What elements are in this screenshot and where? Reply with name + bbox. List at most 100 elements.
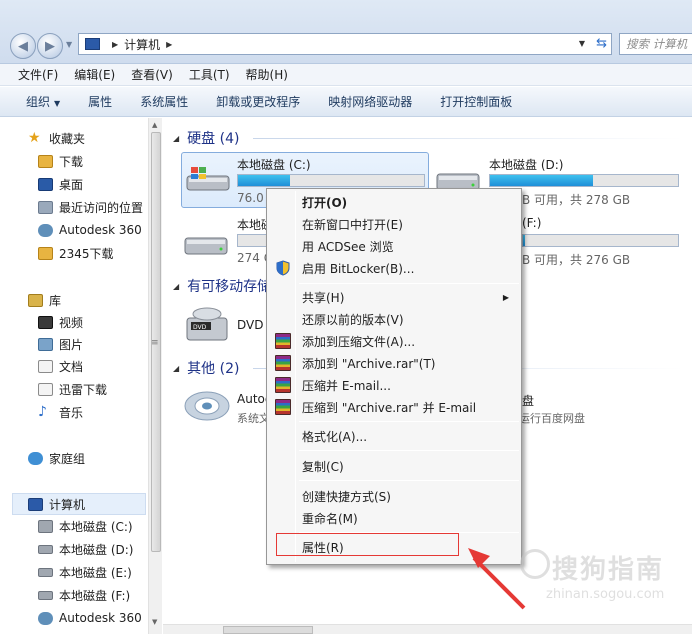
organize-button[interactable]: 组织 ▼ xyxy=(26,93,60,110)
sidebar-item-recent[interactable]: 最近访问的位置 xyxy=(38,197,143,217)
scrollbar-thumb[interactable] xyxy=(223,626,313,634)
ctx-rename[interactable]: 重命名(M) xyxy=(269,507,519,529)
sidebar-item-downloads[interactable]: 下载 xyxy=(38,151,83,171)
system-properties-button[interactable]: 系统属性 xyxy=(140,93,188,110)
ctx-open-new-window[interactable]: 在新窗口中打开(E) xyxy=(269,213,519,235)
context-menu: 打开(O) 在新窗口中打开(E) 用 ACDSee 浏览 启用 BitLocke… xyxy=(266,188,522,565)
address-bar-region: ◀ ▶ ▼ ▶ 计算机 ▶ ▼ ⇆ 搜索 计算机 xyxy=(0,0,692,64)
ctx-label: 打开(O) xyxy=(302,195,348,210)
sidebar-item-label: 2345下载 xyxy=(59,246,114,261)
menu-file[interactable]: 文件(F) xyxy=(18,66,58,83)
sidebar-item-drive-c[interactable]: 本地磁盘 (C:) xyxy=(38,516,133,536)
drive-usage-fill xyxy=(523,235,525,246)
collapse-triangle-icon[interactable]: ◢ xyxy=(173,364,179,373)
sidebar-item-homegroup[interactable]: 家庭组 xyxy=(28,448,85,468)
ctx-format[interactable]: 格式化(A)... xyxy=(269,425,519,447)
winrar-icon xyxy=(275,333,291,349)
group-header-other[interactable]: ◢ 其他 (2) xyxy=(173,358,239,378)
annotation-highlight-box xyxy=(276,533,459,556)
hard-drive-icon xyxy=(38,544,53,554)
breadcrumb-arrow-icon[interactable]: ▶ xyxy=(166,40,172,49)
ctx-copy[interactable]: 复制(C) xyxy=(269,455,519,477)
sidebar-item-label: 视频 xyxy=(59,315,84,330)
drive-name: 本地磁盘 (C:) xyxy=(237,158,311,172)
folder-icon xyxy=(38,246,53,260)
address-input[interactable]: ▶ 计算机 ▶ ▼ ⇆ xyxy=(78,33,612,55)
sidebar-item-drive-f[interactable]: 本地磁盘 (F:) xyxy=(38,585,130,605)
open-control-panel-button[interactable]: 打开控制面板 xyxy=(440,93,512,110)
windows-drive-icon xyxy=(186,167,230,191)
sidebar-item-label: 图片 xyxy=(59,337,84,352)
breadcrumb-computer[interactable]: 计算机 xyxy=(124,36,160,53)
ctx-open[interactable]: 打开(O) xyxy=(269,191,519,213)
ctx-compress-rar-email[interactable]: 压缩到 "Archive.rar" 并 E-mail xyxy=(269,396,519,418)
sogou-logo-icon xyxy=(520,549,550,579)
sidebar-scrollbar[interactable]: ▲ ≡ ▼ xyxy=(148,118,162,634)
collapse-triangle-icon[interactable]: ◢ xyxy=(173,282,179,291)
other-item-sub: 运行百度网盘 xyxy=(519,412,585,425)
sidebar-item-label: 下载 xyxy=(59,154,84,169)
drive-usage-fill xyxy=(238,175,291,186)
hard-drive-icon xyxy=(38,567,53,577)
star-icon: ★ xyxy=(28,129,41,146)
refresh-icon[interactable]: ⇆ xyxy=(596,36,607,51)
address-dropdown-icon[interactable]: ▼ xyxy=(579,39,585,48)
sidebar-item-label: 家庭组 xyxy=(49,451,86,466)
ctx-add-to-archive-rar[interactable]: 添加到 "Archive.rar"(T) xyxy=(269,352,519,374)
menu-view[interactable]: 查看(V) xyxy=(131,66,173,83)
sidebar-item-2345-downloads[interactable]: 2345下载 xyxy=(38,243,114,263)
sidebar-item-music[interactable]: ♪ 音乐 xyxy=(38,402,83,422)
sidebar-item-pictures[interactable]: 图片 xyxy=(38,334,83,354)
menu-tools[interactable]: 工具(T) xyxy=(189,66,230,83)
search-input[interactable]: 搜索 计算机 xyxy=(619,33,692,55)
ctx-enable-bitlocker[interactable]: 启用 BitLocker(B)... xyxy=(269,257,519,279)
ctx-compress-email[interactable]: 压缩并 E-mail... xyxy=(269,374,519,396)
sidebar-item-libraries[interactable]: 库 xyxy=(28,290,61,310)
group-header-removable[interactable]: ◢ 有可移动存储 xyxy=(173,276,271,296)
ctx-label: 启用 BitLocker(B)... xyxy=(302,261,415,276)
other-item-name[interactable]: 盘 xyxy=(522,392,534,409)
grip-icon: ≡ xyxy=(151,338,159,348)
map-network-drive-button[interactable]: 映射网络驱动器 xyxy=(328,93,412,110)
menu-separator xyxy=(299,480,519,481)
sidebar-item-desktop[interactable]: 桌面 xyxy=(38,174,83,194)
sidebar-item-autodesk[interactable]: Autodesk 360 xyxy=(38,220,142,240)
autodesk-cloud-icon xyxy=(38,611,53,625)
menu-bar: 文件(F) 编辑(E) 查看(V) 工具(T) 帮助(H) xyxy=(0,64,692,86)
breadcrumb-arrow-icon[interactable]: ▶ xyxy=(112,40,118,49)
ctx-label: 复制(C) xyxy=(302,459,344,474)
scroll-down-icon[interactable]: ▼ xyxy=(152,618,157,626)
sidebar-item-drive-e[interactable]: 本地磁盘 (E:) xyxy=(38,562,132,582)
group-header-hard-disks[interactable]: ◢ 硬盘 (4) xyxy=(173,128,239,148)
dvd-drive-name[interactable]: DVD xyxy=(237,318,263,332)
menu-edit[interactable]: 编辑(E) xyxy=(74,66,115,83)
collapse-triangle-icon[interactable]: ◢ xyxy=(173,134,179,143)
sidebar-item-drive-d[interactable]: 本地磁盘 (D:) xyxy=(38,539,133,559)
sidebar-item-videos[interactable]: 视频 xyxy=(38,312,83,332)
uninstall-program-button[interactable]: 卸载或更改程序 xyxy=(216,93,300,110)
watermark-url: zhinan.sogou.com xyxy=(546,587,665,602)
watermark: 搜狗指南 zhinan.sogou.com xyxy=(520,545,690,615)
sidebar-item-label: 桌面 xyxy=(59,177,84,192)
forward-button[interactable]: ▶ xyxy=(37,33,63,59)
history-dropdown-icon[interactable]: ▼ xyxy=(66,40,72,49)
scroll-up-icon[interactable]: ▲ xyxy=(152,121,157,129)
menu-help[interactable]: 帮助(H) xyxy=(246,66,288,83)
sidebar-item-thunder-downloads[interactable]: 迅雷下载 xyxy=(38,379,107,399)
ctx-acdsee-browse[interactable]: 用 ACDSee 浏览 xyxy=(269,235,519,257)
sidebar-item-label: Autodesk 360 xyxy=(59,611,142,625)
horizontal-scrollbar[interactable] xyxy=(163,624,692,634)
ctx-restore-previous[interactable]: 还原以前的版本(V) xyxy=(269,308,519,330)
sidebar-item-favorites[interactable]: ★ 收藏夹 xyxy=(28,128,85,148)
ctx-create-shortcut[interactable]: 创建快捷方式(S) xyxy=(269,485,519,507)
recent-places-icon xyxy=(38,200,53,214)
sidebar-item-documents[interactable]: 文档 xyxy=(38,356,83,376)
sidebar-item-computer[interactable]: 计算机 xyxy=(28,494,85,514)
sidebar-item-autodesk-360[interactable]: Autodesk 360 xyxy=(38,608,142,628)
ctx-share[interactable]: 共享(H) ▶ xyxy=(269,286,519,308)
back-button[interactable]: ◀ xyxy=(10,33,36,59)
ctx-label: 用 ACDSee 浏览 xyxy=(302,239,394,254)
ctx-add-to-archive[interactable]: 添加到压缩文件(A)... xyxy=(269,330,519,352)
properties-button[interactable]: 属性 xyxy=(88,93,112,110)
sidebar-item-label: 迅雷下载 xyxy=(59,382,108,397)
